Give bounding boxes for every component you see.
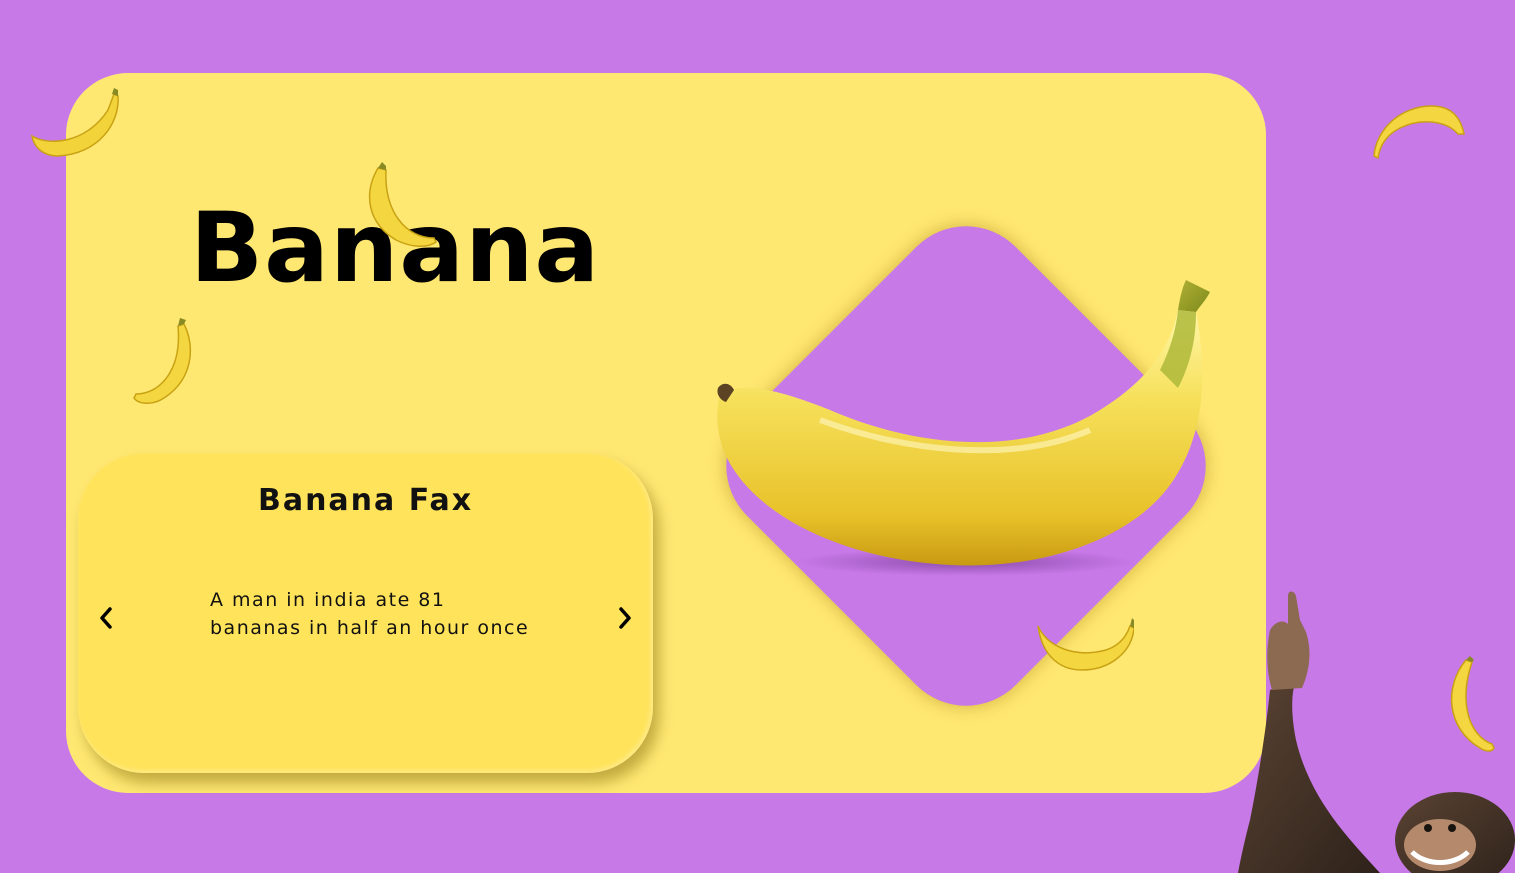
fax-panel: Banana Fax A man in india ate 81 bananas…	[78, 453, 653, 773]
next-fact-button[interactable]	[613, 603, 637, 633]
fact-text: A man in india ate 81 bananas in half an…	[210, 589, 530, 639]
small-banana-image	[30, 88, 119, 157]
big-banana-image	[717, 280, 1210, 576]
page: Banana Banana Fax A man in india ate 81 …	[0, 0, 1515, 873]
prev-fact-button[interactable]	[94, 603, 118, 633]
small-banana-image	[133, 318, 192, 404]
small-banana-image	[1037, 618, 1134, 671]
small-banana-image	[1373, 105, 1465, 160]
small-banana-image	[368, 162, 437, 247]
chevron-right-icon	[619, 607, 631, 629]
chevron-left-icon	[100, 607, 112, 629]
monkey-image	[1238, 591, 1515, 873]
fax-heading: Banana Fax	[257, 483, 474, 518]
